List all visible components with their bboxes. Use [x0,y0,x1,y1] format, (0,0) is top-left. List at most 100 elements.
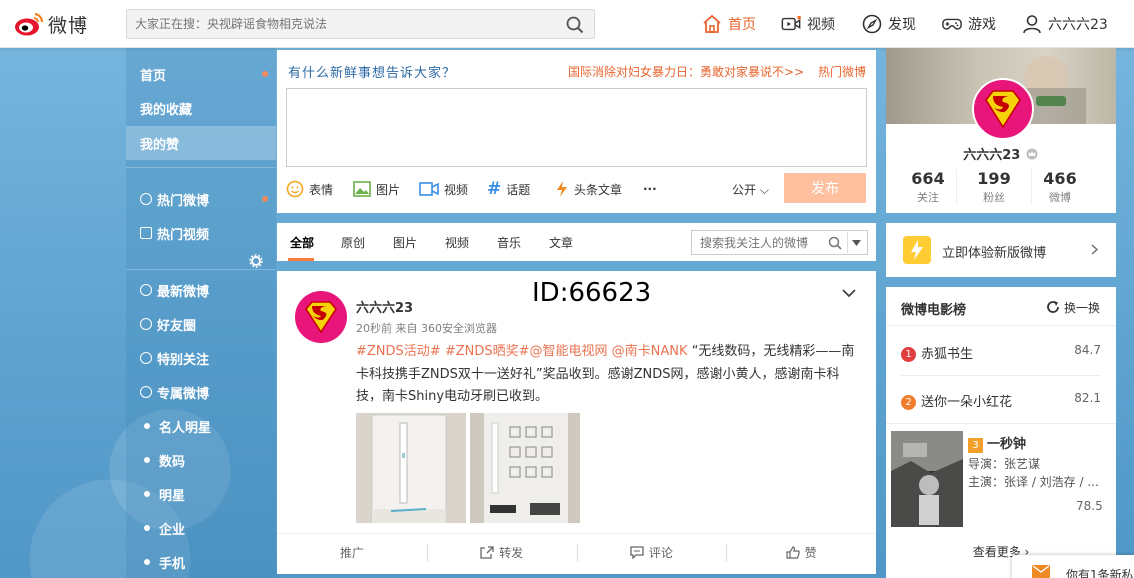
movie-title: 赤狐书生 [921,347,974,362]
stat-following[interactable]: 664 关注 [890,169,966,205]
movie-item[interactable]: 3 一秒钟 [968,433,1026,453]
profile-card: 六六六23 664 关注 199 粉丝 466 微博 [886,48,1116,213]
nav-games[interactable]: 游戏 [942,12,996,36]
leftnav-latest[interactable]: 最新微博 [126,273,276,307]
post-button[interactable]: 发布 [784,173,866,203]
divider [126,167,276,168]
compass-icon [862,14,882,34]
leftnav-home[interactable]: 首页 [126,57,276,91]
leftnav-group-digital[interactable]: 数码 [126,443,276,477]
nav-home[interactable]: 首页 [702,12,756,36]
post-textarea[interactable] [286,88,867,167]
movie-score: 84.7 [1074,343,1101,357]
leftnav-group-stars[interactable]: 明星 [126,477,276,511]
gear-icon[interactable] [249,254,263,268]
post-time[interactable]: 20秒前 [356,322,392,335]
leftnav-friends-label: 好友圈 [157,318,197,334]
tool-more[interactable]: ··· [643,180,657,198]
tool-article[interactable]: 头条文章 [555,180,622,198]
leftnav-favorites[interactable]: 我的收藏 [126,91,276,125]
tool-topic[interactable]: # 话题 [487,179,531,199]
hashtag-link[interactable]: #ZNDS晒奖# [445,344,530,359]
divider [886,325,1116,326]
profile-avatar[interactable] [972,78,1034,140]
tab-all[interactable]: 全部 [290,234,314,251]
movie-director: 导演：张艺谋 [968,457,1041,471]
chevron-down-icon: ⌵ [759,183,769,197]
visibility-dropdown[interactable]: 公开 ⌵ [732,181,769,198]
tab-videos[interactable]: 视频 [445,234,469,251]
message-popup[interactable]: 你有1条新私 [1012,555,1134,578]
leftnav-friends[interactable]: 好友圈 [126,307,276,341]
crown-icon[interactable] [1025,148,1039,160]
nav-discover-label: 发现 [888,17,916,33]
repost-button[interactable]: 转发 [426,534,577,571]
tool-topic-label: 话题 [506,182,531,197]
caret-down-icon[interactable] [852,240,861,246]
movie-cast: 主演：张译 / 刘浩存 / ... [968,475,1099,489]
divider [847,232,848,253]
leftnav-group-company[interactable]: 企业 [126,511,276,545]
leftnav-likes[interactable]: 我的赞 [126,126,276,160]
stat-label: 微博 [1049,191,1071,204]
tab-images[interactable]: 图片 [393,234,417,251]
tab-music[interactable]: 音乐 [497,234,521,251]
leftnav-exclusive[interactable]: 专属微博 [126,375,276,409]
chevron-down-icon[interactable] [842,289,856,298]
feed-tabs: 全部 原创 图片 视频 音乐 文章 [277,223,876,261]
leftnav-group-celebs[interactable]: 名人明星 [126,409,276,443]
avatar[interactable] [295,291,347,343]
search-icon[interactable] [566,16,584,34]
comment-button[interactable]: 评论 [576,534,727,571]
nav-user[interactable]: 六六六23 [1022,12,1108,36]
tab-original[interactable]: 原创 [341,234,365,251]
movie-poster[interactable] [891,431,963,527]
nav-video[interactable]: 视频 [781,12,835,36]
gamepad-icon [942,18,962,30]
tool-emoji[interactable]: 表情 [286,180,333,198]
divider [901,375,1101,376]
movie-score: 78.5 [1076,499,1103,513]
refresh-button[interactable]: 换一换 [1046,299,1100,316]
friends-icon [140,318,152,330]
post-author[interactable]: 六六六23 [356,297,413,316]
try-new-version[interactable]: 立即体验新版微博 [886,223,1116,277]
movie-item[interactable]: 1 赤狐书生 84.7 [901,343,1101,362]
search-input[interactable] [135,10,555,38]
hot-topic-link[interactable]: 国际消除对妇女暴力日：勇敢对家暴说不>> [568,65,804,79]
weibo-logo[interactable]: 微博 [14,9,88,39]
comment-label: 评论 [648,546,673,560]
hot-weibo-link[interactable]: 热门微博 [818,65,866,79]
leftnav-hot-weibo-label: 热门微博 [157,193,210,209]
feed-search-input[interactable] [700,231,820,254]
visibility-label: 公开 [732,183,757,197]
post-image[interactable] [470,413,580,523]
stat-followers[interactable]: 199 粉丝 [956,169,1032,205]
mention-link[interactable]: @智能电视网 [530,344,608,359]
mention-link[interactable]: @南卡NANK [612,344,688,359]
leftnav-hot-weibo[interactable]: 热门微博 [126,182,276,216]
hashtag-link[interactable]: #ZNDS活动# [356,344,441,359]
search-icon[interactable] [828,236,842,250]
comment-icon [630,546,644,559]
tab-articles[interactable]: 文章 [549,234,573,251]
stat-count: 664 [911,169,945,188]
leftnav-hot-video[interactable]: 热门视频 [126,216,276,250]
video-icon [781,15,801,31]
movie-item[interactable]: 2 送你一朵小红花 82.1 [901,391,1101,410]
leftnav-group-phone[interactable]: 手机 [126,545,276,578]
movie-title: 一秒钟 [987,437,1027,452]
smiley-icon [286,180,304,198]
promote-button[interactable]: 推广 [277,534,427,571]
post-image[interactable] [356,413,466,523]
stat-posts[interactable]: 466 微博 [1022,169,1098,205]
leftnav-latest-label: 最新微博 [157,284,210,300]
nav-discover[interactable]: 发现 [862,12,916,36]
tool-image[interactable]: 图片 [353,180,400,198]
tool-emoji-label: 表情 [309,182,334,197]
tool-video[interactable]: 视频 [419,180,468,198]
like-button[interactable]: 赞 [726,534,876,571]
group-label: 名人明星 [159,420,212,436]
profile-nickname-label[interactable]: 六六六23 [963,148,1020,163]
leftnav-special[interactable]: 特别关注 [126,341,276,375]
